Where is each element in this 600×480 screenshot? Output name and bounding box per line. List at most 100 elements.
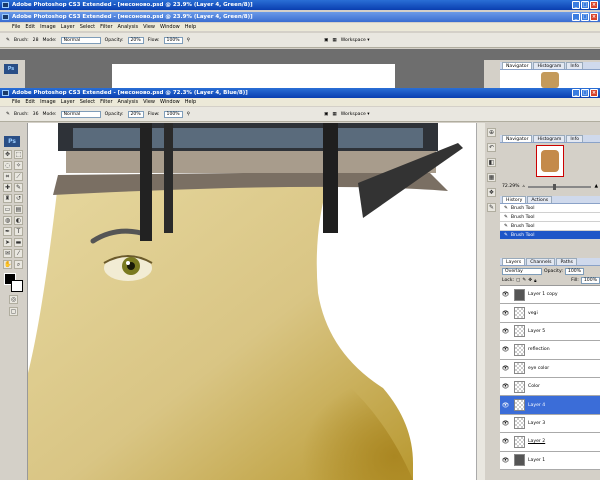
- eye-icon[interactable]: 👁︎: [500, 346, 511, 353]
- lasso-icon[interactable]: ◌: [3, 161, 12, 170]
- fill-field[interactable]: 100%: [580, 277, 600, 284]
- tab-paths[interactable]: Paths: [556, 258, 577, 265]
- flow-field[interactable]: 100%: [163, 110, 183, 118]
- mode-select[interactable]: Normal: [60, 36, 101, 44]
- history-item[interactable]: ✎ Brush Tool: [500, 204, 600, 213]
- maximize-icon[interactable]: □: [581, 89, 589, 97]
- brushes-dock-icon[interactable]: ✎: [487, 203, 496, 212]
- color-dock-icon[interactable]: ◧: [487, 158, 496, 167]
- magic-wand-icon[interactable]: ✧: [14, 161, 23, 170]
- brush-icon[interactable]: ✎: [6, 112, 10, 117]
- eyedropper-icon[interactable]: ⁄: [14, 249, 23, 258]
- menu-image[interactable]: Image: [40, 99, 56, 105]
- gradient-icon[interactable]: ▤: [14, 205, 23, 214]
- lock-all-icon[interactable]: 🔒︎: [534, 278, 536, 284]
- workspace-menu[interactable]: Workspace ▾: [341, 112, 370, 117]
- menu-window[interactable]: Window: [160, 99, 180, 105]
- menu-filter[interactable]: Filter: [100, 24, 112, 30]
- tab-actions[interactable]: Actions: [527, 196, 553, 203]
- menu-layer[interactable]: Layer: [61, 24, 75, 30]
- menu-edit[interactable]: Edit: [25, 99, 35, 105]
- layer-row[interactable]: 👁︎ Layer 5: [500, 322, 600, 342]
- palette-icon[interactable]: ▣: [324, 38, 328, 43]
- lock-pixels-icon[interactable]: ✎: [522, 278, 526, 283]
- bridge-icon[interactable]: ▦: [332, 38, 336, 43]
- path-select-icon[interactable]: ➤: [3, 238, 12, 247]
- type-icon[interactable]: T: [14, 227, 23, 236]
- eye-icon[interactable]: 👁︎: [500, 291, 511, 298]
- layer-row[interactable]: 👁︎ Layer 2: [500, 433, 600, 452]
- eye-icon[interactable]: 👁︎: [500, 438, 511, 445]
- layer-row[interactable]: 👁︎ eye color: [500, 359, 600, 378]
- menu-edit[interactable]: Edit: [25, 24, 35, 30]
- layer-row-selected[interactable]: 👁︎ Layer 4: [500, 396, 600, 415]
- airbrush-icon[interactable]: ⚲: [187, 38, 190, 43]
- zoom-icon[interactable]: ⌕: [14, 260, 23, 269]
- minimize-icon[interactable]: _: [572, 89, 580, 97]
- tab-histogram[interactable]: Histogram: [533, 135, 566, 142]
- notes-icon[interactable]: ✉: [3, 249, 12, 258]
- close-icon[interactable]: ×: [590, 13, 598, 21]
- lock-transparency-icon[interactable]: ▢: [516, 278, 520, 283]
- pen-icon[interactable]: ✒: [3, 227, 12, 236]
- maximize-icon[interactable]: □: [581, 13, 589, 21]
- crop-icon[interactable]: ⌗: [3, 172, 12, 181]
- menu-help[interactable]: Help: [185, 99, 196, 105]
- tab-info[interactable]: Info: [566, 135, 584, 142]
- opacity-field[interactable]: 20%: [127, 36, 144, 44]
- menu-view[interactable]: View: [143, 99, 155, 105]
- blend-mode-select[interactable]: Overlay: [502, 267, 542, 275]
- workspace-menu[interactable]: Workspace ▾: [341, 38, 370, 43]
- mode-select[interactable]: Normal: [60, 110, 101, 118]
- eraser-icon[interactable]: ▭: [3, 205, 12, 214]
- layer-row[interactable]: 👁︎ Layer 1 copy: [500, 286, 600, 305]
- menu-help[interactable]: Help: [185, 24, 196, 30]
- menu-file[interactable]: File: [12, 99, 20, 105]
- history-item[interactable]: ✎ Brush Tool: [500, 222, 600, 231]
- menu-file[interactable]: File: [12, 24, 20, 30]
- blur-icon[interactable]: ◍: [3, 216, 12, 225]
- history-item[interactable]: ✎ Brush Tool: [500, 213, 600, 222]
- menu-image[interactable]: Image: [40, 24, 56, 30]
- zoom-value[interactable]: 72.29%: [502, 184, 520, 189]
- navigator-preview[interactable]: [536, 145, 564, 177]
- eye-icon[interactable]: 👁︎: [500, 457, 511, 464]
- maximize-icon[interactable]: □: [581, 1, 589, 9]
- navigator-dock-icon[interactable]: ⊕: [487, 128, 496, 137]
- eye-icon[interactable]: 👁︎: [500, 365, 511, 372]
- dodge-icon[interactable]: ◐: [14, 216, 23, 225]
- back-window-titlebar[interactable]: Adobe Photoshop CS3 Extended - [месоново…: [0, 0, 600, 10]
- front-window-titlebar[interactable]: Adobe Photoshop CS3 Extended - [месоново…: [0, 88, 600, 98]
- minimize-icon[interactable]: _: [572, 1, 580, 9]
- zoom-in-icon[interactable]: ▲: [594, 184, 598, 189]
- hand-icon[interactable]: ✋: [3, 260, 12, 269]
- minimize-icon[interactable]: _: [572, 13, 580, 21]
- tab-channels[interactable]: Channels: [526, 258, 556, 265]
- move-icon[interactable]: ✥: [3, 150, 12, 159]
- history-brush-icon[interactable]: ↺: [14, 194, 23, 203]
- marquee-icon[interactable]: ⬚: [14, 150, 23, 159]
- tab-info[interactable]: Info: [566, 62, 584, 69]
- document-canvas[interactable]: [28, 123, 485, 480]
- eye-icon[interactable]: 👁︎: [500, 420, 511, 427]
- layer-row[interactable]: 👁︎ Layer 3: [500, 414, 600, 434]
- history-dock-icon[interactable]: ↶: [487, 143, 496, 152]
- close-icon[interactable]: ×: [590, 1, 598, 9]
- back-document-titlebar[interactable]: Adobe Photoshop CS3 Extended - [месоново…: [0, 12, 600, 22]
- tab-layers[interactable]: Layers: [502, 258, 526, 265]
- airbrush-icon[interactable]: ⚲: [187, 112, 190, 117]
- layer-row[interactable]: 👁︎ Color: [500, 377, 600, 397]
- opacity-field[interactable]: 20%: [127, 110, 144, 118]
- bridge-icon[interactable]: ▦: [332, 112, 336, 117]
- styles-dock-icon[interactable]: ❖: [487, 188, 496, 197]
- menu-analysis[interactable]: Analysis: [118, 99, 139, 105]
- quick-mask-icon[interactable]: ◎: [9, 295, 18, 304]
- tab-navigator[interactable]: Navigator: [502, 62, 533, 69]
- screen-mode-icon[interactable]: ▢: [9, 307, 18, 316]
- brush-tool-icon[interactable]: ✎: [14, 183, 23, 192]
- menu-select[interactable]: Select: [80, 24, 95, 30]
- zoom-out-icon[interactable]: ▵: [523, 184, 525, 189]
- close-icon[interactable]: ×: [590, 89, 598, 97]
- tab-history[interactable]: History: [502, 196, 527, 203]
- menu-window[interactable]: Window: [160, 24, 180, 30]
